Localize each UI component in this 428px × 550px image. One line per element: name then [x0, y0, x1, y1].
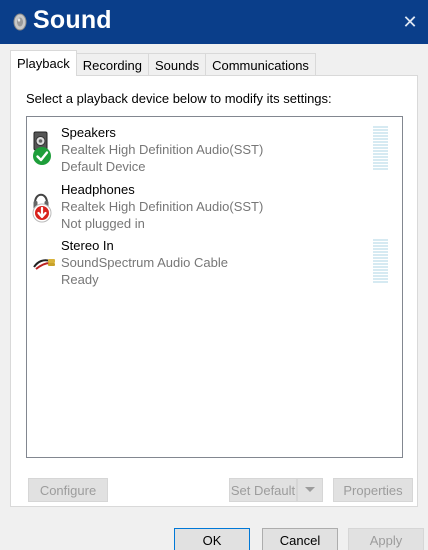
green-check-badge-icon [33, 147, 51, 165]
close-button[interactable]: ✕ [392, 0, 428, 44]
close-icon: ✕ [402, 11, 418, 32]
device-stereo-in[interactable]: Stereo In SoundSpectrum Audio Cable Read… [27, 235, 402, 291]
device-name: Stereo In [61, 238, 114, 253]
device-headphones[interactable]: Headphones Realtek High Definition Audio… [27, 179, 402, 235]
red-down-arrow-badge-icon [32, 203, 52, 223]
volume-meter [373, 126, 388, 170]
device-name: Headphones [61, 182, 135, 197]
device-driver: Realtek High Definition Audio(SST) [61, 142, 264, 157]
device-speakers[interactable]: Speakers Realtek High Definition Audio(S… [27, 122, 402, 178]
device-driver: SoundSpectrum Audio Cable [61, 255, 228, 270]
tab-communications[interactable]: Communications [205, 53, 316, 75]
device-name: Speakers [61, 125, 116, 140]
window-title: Sound [33, 6, 112, 34]
tab-strip: Playback Recording Sounds Communications [10, 50, 316, 76]
ok-button[interactable]: OK [174, 528, 250, 550]
tab-playback[interactable]: Playback [10, 50, 77, 76]
properties-button[interactable]: Properties [333, 478, 413, 502]
device-list[interactable]: Speakers Realtek High Definition Audio(S… [26, 116, 403, 458]
chevron-down-icon [305, 487, 315, 492]
instruction-text: Select a playback device below to modify… [26, 91, 332, 106]
tab-recording[interactable]: Recording [75, 53, 150, 75]
volume-meter [373, 239, 388, 283]
title-bar: Sound ✕ [0, 0, 428, 44]
speaker-icon [13, 13, 27, 31]
set-default-dropdown[interactable] [297, 478, 323, 502]
configure-button[interactable]: Configure [28, 478, 108, 502]
playback-panel: Select a playback device below to modify… [10, 75, 418, 507]
set-default-button[interactable]: Set Default [229, 478, 297, 502]
device-status: Not plugged in [61, 216, 145, 231]
tab-sounds[interactable]: Sounds [148, 53, 207, 75]
device-driver: Realtek High Definition Audio(SST) [61, 199, 264, 214]
device-status: Default Device [61, 159, 146, 174]
device-status: Ready [61, 272, 99, 287]
cancel-button[interactable]: Cancel [262, 528, 338, 550]
apply-button[interactable]: Apply [348, 528, 424, 550]
dialog-body: Playback Recording Sounds Communications… [0, 44, 428, 550]
